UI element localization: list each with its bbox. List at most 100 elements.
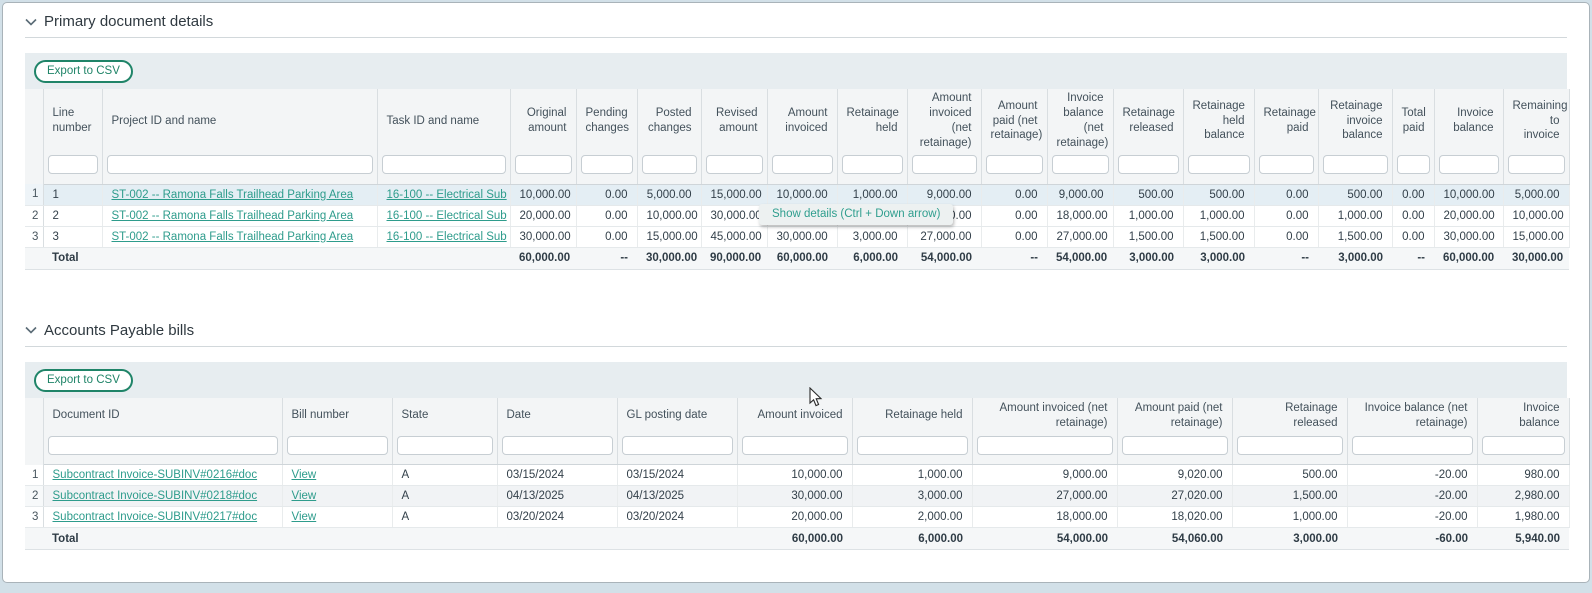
cell-revised-amount[interactable]: 45,000.00: [701, 226, 767, 247]
filter-input-document-id[interactable]: [48, 436, 278, 455]
chevron-down-icon[interactable]: [25, 18, 37, 26]
cell-amount-invoiced[interactable]: 10,000.00: [767, 184, 837, 205]
column-header-gl-posting-date[interactable]: GL posting date: [617, 398, 737, 434]
cell-document-id[interactable]: Subcontract Invoice-SUBINV#0216#doc: [43, 465, 282, 486]
filter-input-retainage-invoice-balance[interactable]: [1323, 155, 1388, 174]
cell-invoice-balance-net-retainage[interactable]: 18,000.00: [1047, 205, 1113, 226]
filter-input-posted-changes[interactable]: [642, 155, 697, 174]
cell-gl-posting-date[interactable]: 04/13/2025: [617, 486, 737, 507]
column-header-bill-number[interactable]: Bill number: [282, 398, 392, 434]
filter-input-retainage-held-balance[interactable]: [1188, 155, 1250, 174]
cell-date[interactable]: 03/15/2024: [497, 465, 617, 486]
cell-total-paid[interactable]: 0.00: [1392, 205, 1434, 226]
cell-link-bill-number[interactable]: View: [292, 469, 317, 481]
cell-link-document-id[interactable]: Subcontract Invoice-SUBINV#0216#doc: [53, 469, 258, 481]
filter-input-retainage-released[interactable]: [1237, 436, 1343, 455]
cell-invoice-balance-net-retainage[interactable]: 9,000.00: [1047, 184, 1113, 205]
cell-amount-invoiced[interactable]: 10,000.00: [737, 465, 852, 486]
filter-input-remaining-to-invoice[interactable]: [1508, 155, 1565, 174]
cell-project-id-and-name[interactable]: ST-002 -- Ramona Falls Trailhead Parking…: [102, 184, 377, 205]
cell-link-project-id-and-name[interactable]: ST-002 -- Ramona Falls Trailhead Parking…: [112, 189, 354, 201]
cell-revised-amount[interactable]: 30,000.00: [701, 205, 767, 226]
cell-retainage-paid[interactable]: 0.00: [1254, 205, 1318, 226]
cell-invoice-balance[interactable]: 980.00: [1477, 465, 1569, 486]
cell-link-task-id-and-name[interactable]: 16-100 -- Electrical Sub: [387, 231, 507, 243]
filter-input-date[interactable]: [502, 436, 613, 455]
cell-date[interactable]: 03/20/2024: [497, 507, 617, 528]
cell-posted-changes[interactable]: 10,000.00: [637, 205, 701, 226]
filter-input-revised-amount[interactable]: [706, 155, 763, 174]
section-header-accounts-payable-bills[interactable]: Accounts Payable bills: [25, 322, 1567, 347]
cell-original-amount[interactable]: 20,000.00: [510, 205, 576, 226]
cell-pending-changes[interactable]: 0.00: [576, 226, 637, 247]
column-header-amount-invoiced[interactable]: Amount invoiced: [767, 89, 837, 153]
cell-invoice-balance[interactable]: 20,000.00: [1434, 205, 1503, 226]
cell-link-task-id-and-name[interactable]: 16-100 -- Electrical Sub: [387, 189, 507, 201]
cell-invoice-balance[interactable]: 10,000.00: [1434, 184, 1503, 205]
filter-input-invoice-balance-net-retainage[interactable]: [1052, 155, 1109, 174]
cell-retainage-held[interactable]: 2,000.00: [852, 507, 972, 528]
export-to-csv-button[interactable]: Export to CSV: [34, 369, 133, 392]
cell-link-bill-number[interactable]: View: [292, 490, 317, 502]
filter-input-amount-invoiced-net-retainage[interactable]: [977, 436, 1113, 455]
cell-amount-invoiced-net-retainage[interactable]: 18,000.00: [972, 507, 1117, 528]
column-header-invoice-balance[interactable]: Invoice balance: [1434, 89, 1503, 153]
cell-link-project-id-and-name[interactable]: ST-002 -- Ramona Falls Trailhead Parking…: [112, 231, 354, 243]
cell-bill-number[interactable]: View: [282, 486, 392, 507]
table-row[interactable]: 11 ST-002 -- Ramona Falls Trailhead Parki…: [25, 184, 1569, 205]
row-number[interactable]: 1: [25, 184, 43, 205]
cell-original-amount[interactable]: 30,000.00: [510, 226, 576, 247]
filter-input-retainage-paid[interactable]: [1259, 155, 1314, 174]
cell-state[interactable]: A: [392, 507, 497, 528]
cell-document-id[interactable]: Subcontract Invoice-SUBINV#0217#doc: [43, 507, 282, 528]
cell-invoice-balance-net-retainage[interactable]: -20.00: [1347, 465, 1477, 486]
column-header-invoice-balance-net-retainage[interactable]: Invoice balance (net retainage): [1047, 89, 1113, 153]
filter-input-bill-number[interactable]: [287, 436, 388, 455]
section-header-primary-document-details[interactable]: Primary document details: [25, 13, 1567, 38]
cell-invoice-balance-net-retainage[interactable]: -20.00: [1347, 507, 1477, 528]
cell-retainage-released[interactable]: 1,000.00: [1113, 205, 1183, 226]
cell-gl-posting-date[interactable]: 03/15/2024: [617, 465, 737, 486]
filter-input-amount-invoiced-net-retainage[interactable]: [912, 155, 977, 174]
cell-amount-invoiced[interactable]: 20,000.00: [737, 507, 852, 528]
column-header-amount-paid-net-retainage[interactable]: Amount paid (net retainage): [981, 89, 1047, 153]
cell-retainage-held[interactable]: 3,000.00: [837, 226, 907, 247]
cell-amount-paid-net-retainage[interactable]: 0.00: [981, 226, 1047, 247]
filter-input-retainage-held[interactable]: [842, 155, 903, 174]
filter-input-line-number[interactable]: [48, 155, 98, 174]
cell-link-project-id-and-name[interactable]: ST-002 -- Ramona Falls Trailhead Parking…: [112, 210, 354, 222]
cell-amount-paid-net-retainage[interactable]: 9,020.00: [1117, 465, 1232, 486]
cell-retainage-invoice-balance[interactable]: 1,000.00: [1318, 205, 1392, 226]
cell-invoice-balance[interactable]: 2,980.00: [1477, 486, 1569, 507]
column-header-posted-changes[interactable]: Posted changes: [637, 89, 701, 153]
cell-posted-changes[interactable]: 15,000.00: [637, 226, 701, 247]
cell-invoice-balance-net-retainage[interactable]: 27,000.00: [1047, 226, 1113, 247]
cell-task-id-and-name[interactable]: 16-100 -- Electrical Sub: [377, 226, 510, 247]
row-number[interactable]: 3: [25, 226, 43, 247]
cell-line-number[interactable]: 1: [43, 184, 102, 205]
column-header-invoice-balance[interactable]: Invoice balance: [1477, 398, 1569, 434]
cell-retainage-held-balance[interactable]: 1,000.00: [1183, 205, 1254, 226]
cell-revised-amount[interactable]: 15,000.00: [701, 184, 767, 205]
row-number[interactable]: 2: [25, 205, 43, 226]
cell-total-paid[interactable]: 0.00: [1392, 226, 1434, 247]
cell-link-task-id-and-name[interactable]: 16-100 -- Electrical Sub: [387, 210, 507, 222]
column-header-original-amount[interactable]: Original amount: [510, 89, 576, 153]
filter-input-gl-posting-date[interactable]: [622, 436, 733, 455]
column-header-invoice-balance-net-retainage[interactable]: Invoice balance (net retainage): [1347, 398, 1477, 434]
cell-amount-invoiced-net-retainage[interactable]: 9,000.00: [907, 184, 981, 205]
cell-invoice-balance[interactable]: 30,000.00: [1434, 226, 1503, 247]
cell-amount-invoiced[interactable]: 30,000.00: [737, 486, 852, 507]
cell-remaining-to-invoice[interactable]: 5,000.00: [1503, 184, 1569, 205]
column-header-amount-invoiced-net-retainage[interactable]: Amount invoiced (net retainage): [972, 398, 1117, 434]
cell-document-id[interactable]: Subcontract Invoice-SUBINV#0218#doc: [43, 486, 282, 507]
cell-state[interactable]: A: [392, 486, 497, 507]
cell-retainage-paid[interactable]: 0.00: [1254, 226, 1318, 247]
column-header-retainage-held[interactable]: Retainage held: [837, 89, 907, 153]
cell-date[interactable]: 04/13/2025: [497, 486, 617, 507]
filter-input-amount-paid-net-retainage[interactable]: [1122, 436, 1228, 455]
cell-amount-invoiced-net-retainage[interactable]: 9,000.00: [972, 465, 1117, 486]
cell-gl-posting-date[interactable]: 03/20/2024: [617, 507, 737, 528]
cell-retainage-held[interactable]: 3,000.00: [852, 486, 972, 507]
cell-retainage-released[interactable]: 1,500.00: [1113, 226, 1183, 247]
